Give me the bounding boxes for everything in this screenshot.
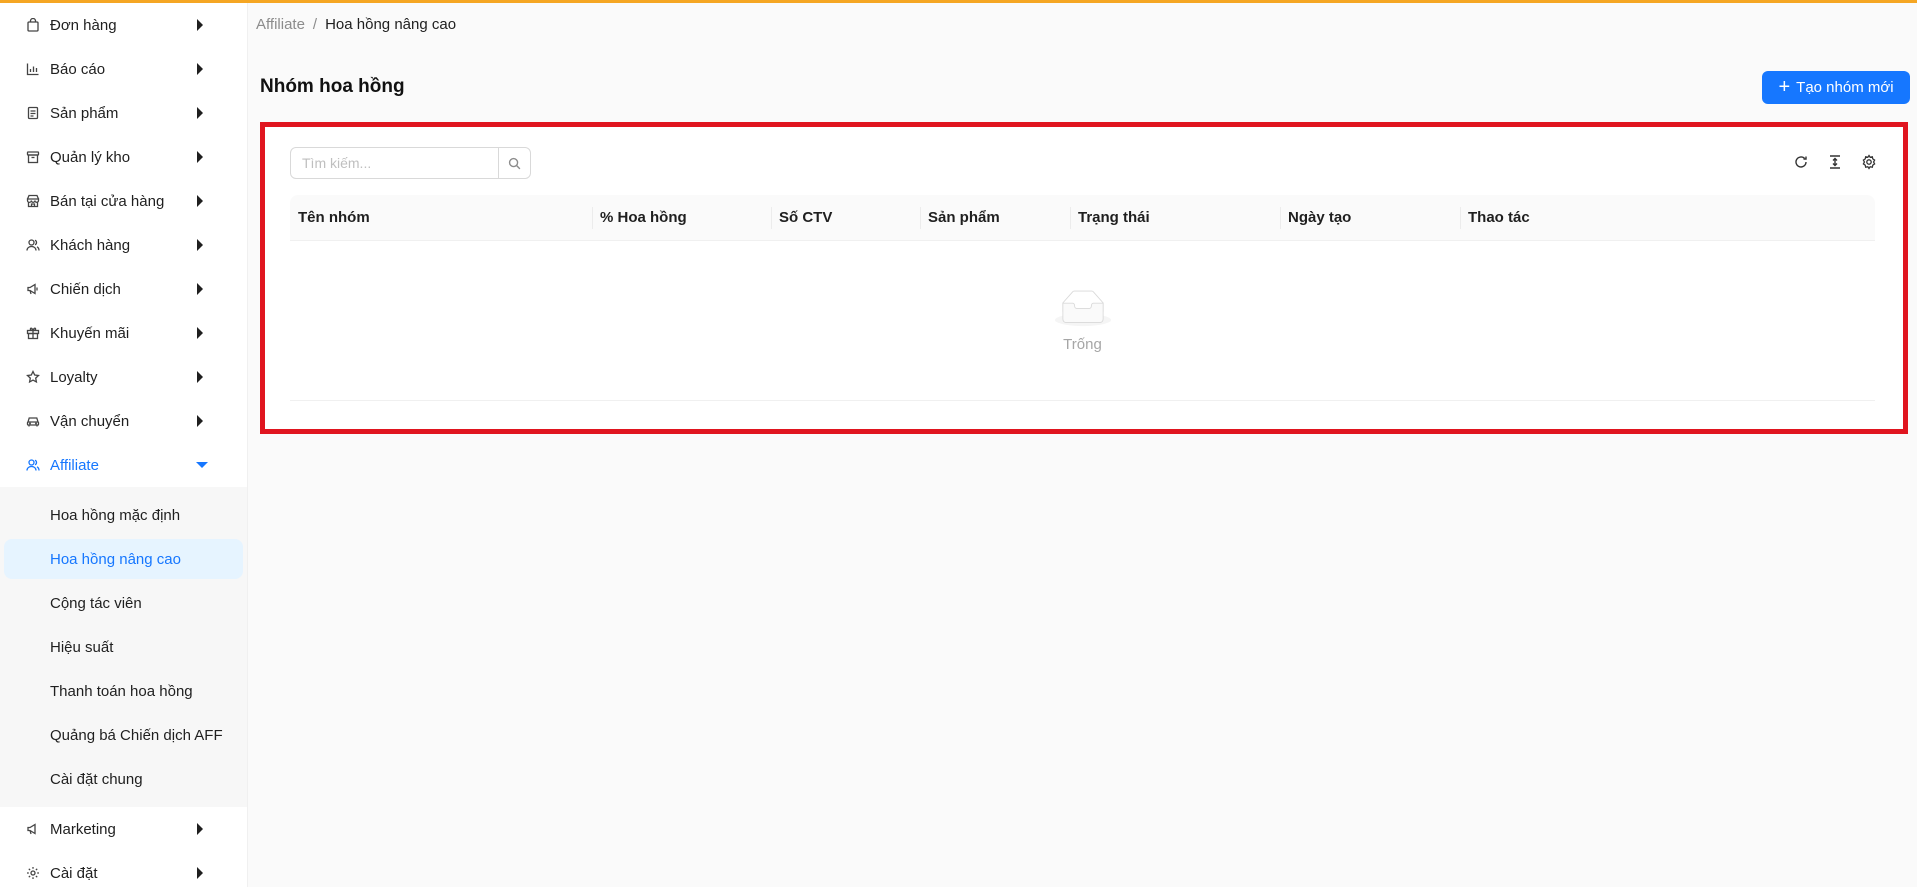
create-group-button[interactable]: + Tạo nhóm mới	[1762, 71, 1910, 104]
sidebar-item-label: Cài đặt	[50, 864, 98, 882]
affiliate-icon	[24, 456, 42, 474]
sidebar-item-label: Chiến dịch	[50, 280, 121, 298]
sidebar-item-label: Sản phẩm	[50, 104, 119, 122]
caret-right-icon	[197, 63, 203, 75]
column-header-actions: Thao tác	[1460, 195, 1875, 240]
column-header-status[interactable]: Trạng thái	[1070, 195, 1280, 240]
sidebar-item-label: Loyalty	[50, 368, 98, 386]
sidebar-subitem-default-commission[interactable]: Hoa hồng mặc định	[4, 495, 243, 535]
search-icon	[508, 157, 521, 169]
sidebar-subitem-performance[interactable]: Hiệu suất	[4, 627, 243, 667]
reload-icon[interactable]	[1792, 153, 1810, 171]
column-height-icon[interactable]	[1826, 153, 1844, 171]
empty-state: Trống	[290, 241, 1875, 401]
commission-group-table: Tên nhóm % Hoa hồng Số CTV Sản phẩm Trạn…	[290, 195, 1875, 401]
sidebar-item-label: Affiliate	[50, 456, 99, 474]
caret-right-icon	[197, 195, 203, 207]
sidebar-item-shipping[interactable]: Vận chuyển	[0, 399, 247, 443]
sidebar-item-affiliate[interactable]: Affiliate	[0, 443, 247, 487]
search-button[interactable]	[498, 148, 530, 178]
product-list-icon	[24, 104, 42, 122]
caret-right-icon	[197, 823, 203, 835]
sidebar-item-label: Đơn hàng	[50, 16, 117, 34]
shopping-bag-icon	[24, 16, 42, 34]
caret-right-icon	[197, 239, 203, 251]
breadcrumb: Affiliate / Hoa hồng nâng cao	[256, 16, 456, 33]
sidebar-item-loyalty[interactable]: Loyalty	[0, 355, 247, 399]
table-toolbar	[1792, 153, 1878, 171]
empty-inbox-icon	[1054, 290, 1111, 327]
sidebar-item-label: Marketing	[50, 820, 116, 838]
column-header-commission-percent[interactable]: % Hoa hồng	[592, 195, 771, 240]
sidebar-item-marketing[interactable]: Marketing	[0, 807, 247, 851]
column-header-products[interactable]: Sản phẩm	[920, 195, 1070, 240]
page-title: Nhóm hoa hồng	[260, 76, 405, 97]
affiliate-submenu: Hoa hồng mặc định Hoa hồng nâng cao Cộng…	[0, 487, 247, 807]
car-icon	[24, 412, 42, 430]
breadcrumb-parent-link[interactable]: Affiliate	[256, 16, 305, 33]
breadcrumb-separator: /	[312, 16, 318, 33]
users-icon	[24, 236, 42, 254]
sidebar: Đơn hàng Báo cáo Sản phẩm Quản lý kho Bá…	[0, 3, 248, 887]
warehouse-box-icon	[24, 148, 42, 166]
sidebar-item-label: Quản lý kho	[50, 148, 131, 166]
caret-right-icon	[197, 19, 203, 31]
sidebar-subitem-commission-payment[interactable]: Thanh toán hoa hồng	[4, 671, 243, 711]
caret-right-icon	[197, 371, 203, 383]
sidebar-subitem-general-settings[interactable]: Cài đặt chung	[4, 759, 243, 799]
sidebar-item-label: Bán tại cửa hàng	[50, 192, 165, 210]
sidebar-item-settings[interactable]: Cài đặt	[0, 851, 247, 887]
sidebar-item-label: Khách hàng	[50, 236, 131, 254]
column-header-collaborator-count[interactable]: Số CTV	[771, 195, 920, 240]
shop-icon	[24, 192, 42, 210]
settings-icon[interactable]	[1860, 153, 1878, 171]
bar-chart-icon	[24, 60, 42, 78]
sidebar-item-campaigns[interactable]: Chiến dịch	[0, 267, 247, 311]
sidebar-item-promotions[interactable]: Khuyến mãi	[0, 311, 247, 355]
sidebar-subitem-collaborators[interactable]: Cộng tác viên	[4, 583, 243, 623]
sidebar-item-products[interactable]: Sản phẩm	[0, 91, 247, 135]
gift-icon	[24, 324, 42, 342]
caret-right-icon	[197, 283, 203, 295]
plus-icon: +	[1778, 75, 1791, 98]
commission-group-table-card: Tên nhóm % Hoa hồng Số CTV Sản phẩm Trạn…	[260, 122, 1908, 434]
column-header-group-name[interactable]: Tên nhóm	[290, 195, 592, 240]
sidebar-item-label: Khuyến mãi	[50, 324, 130, 342]
caret-right-icon	[197, 867, 203, 879]
sidebar-item-customers[interactable]: Khách hàng	[0, 223, 247, 267]
sidebar-item-inventory[interactable]: Quản lý kho	[0, 135, 247, 179]
create-group-label: Tạo nhóm mới	[1796, 79, 1894, 96]
megaphone-icon	[24, 280, 42, 298]
table-header-row: Tên nhóm % Hoa hồng Số CTV Sản phẩm Trạn…	[290, 195, 1875, 241]
search-input[interactable]	[291, 148, 498, 178]
sidebar-subitem-advanced-commission[interactable]: Hoa hồng nâng cao	[4, 539, 243, 579]
sidebar-item-label: Báo cáo	[50, 60, 106, 78]
breadcrumb-current: Hoa hồng nâng cao	[325, 16, 457, 33]
empty-state-text: Trống	[1063, 336, 1102, 353]
sidebar-subitem-aff-campaign-promo[interactable]: Quảng bá Chiến dịch AFF	[4, 715, 243, 755]
caret-down-icon	[196, 462, 208, 468]
notification-icon	[24, 820, 42, 838]
sidebar-item-pos[interactable]: Bán tại cửa hàng	[0, 179, 247, 223]
sidebar-item-label: Vận chuyển	[50, 412, 130, 430]
caret-right-icon	[197, 107, 203, 119]
sidebar-item-orders[interactable]: Đơn hàng	[0, 3, 247, 47]
column-header-created-date[interactable]: Ngày tạo	[1280, 195, 1460, 240]
caret-right-icon	[197, 327, 203, 339]
caret-right-icon	[197, 415, 203, 427]
search-box	[290, 147, 531, 179]
sidebar-item-reports[interactable]: Báo cáo	[0, 47, 247, 91]
caret-right-icon	[197, 151, 203, 163]
star-icon	[24, 368, 42, 386]
gear-icon	[24, 864, 42, 882]
top-accent-line	[0, 0, 1917, 3]
